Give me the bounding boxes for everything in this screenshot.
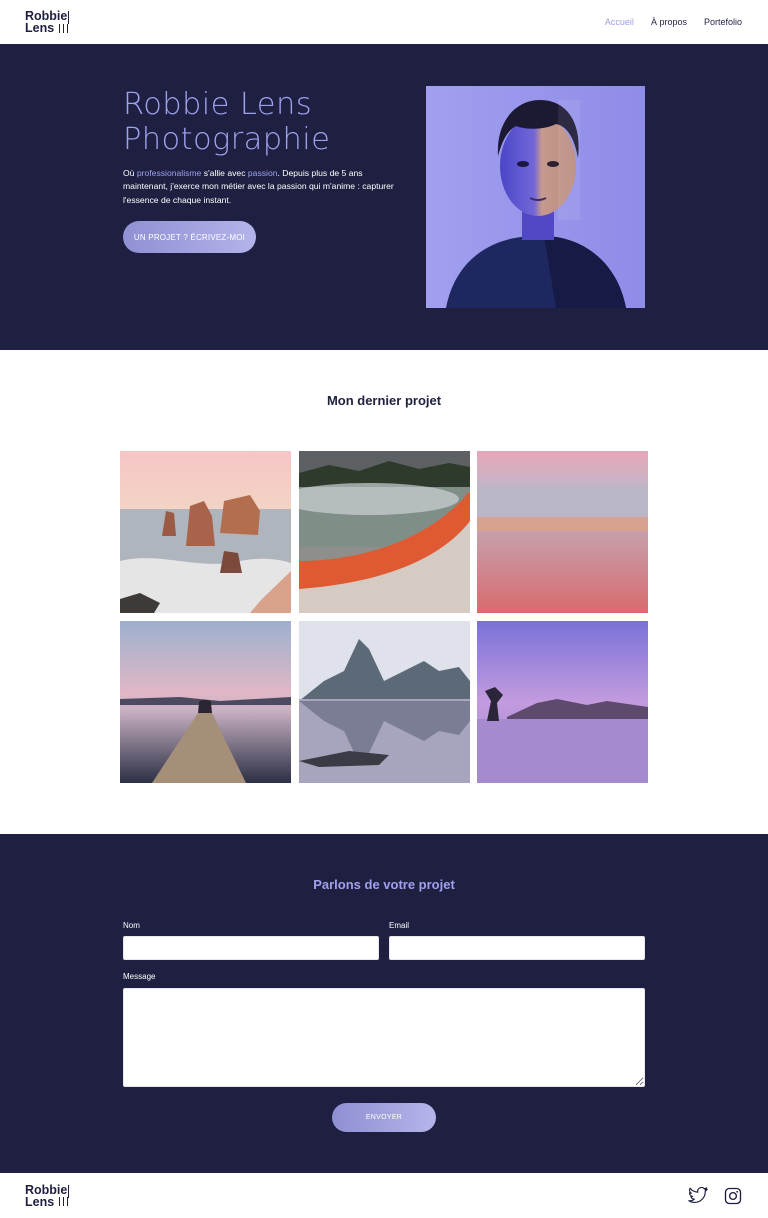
name-label: Nom [123,921,140,930]
logo-bar-icon [68,1184,69,1198]
gallery-image-hot-spring[interactable] [298,451,470,613]
nav-item-portefolio[interactable]: Portefolio [704,17,742,27]
logo[interactable]: Robbie Lens [25,10,69,35]
email-input[interactable] [389,936,645,960]
social-links [688,1187,742,1205]
nav-item-accueil[interactable]: Accueil [605,17,634,27]
name-input[interactable] [123,936,379,960]
project-section-title: Mon dernier projet [326,393,442,408]
message-textarea[interactable] [123,988,645,1087]
contact-section-title: Parlons de votre projet [313,877,455,892]
gallery-image-coastal-rocks[interactable] [120,451,291,613]
contact-cta-button[interactable]: UN PROJET ? ÉCRIVEZ-MOI [123,221,256,253]
hero-intro: Où professionalisme s'allie avec passion… [123,167,403,207]
project-gallery [120,451,648,783]
gallery-image-pier[interactable] [120,621,291,783]
footer-logo-line-1: Robbie [25,1182,68,1197]
hero-highlight-professionalisme: professionalisme [136,168,202,178]
logo-bars-icon [59,23,69,33]
contact-section: Parlons de votre projet Nom Email Messag… [0,834,768,1173]
message-label: Message [123,972,156,981]
footer-logo-line-2: Lens [25,1194,55,1209]
hero-section: Robbie Lens Photographie Où professional… [0,44,768,350]
logo-bars-icon [59,1197,69,1206]
hero-text-mid: s'allie avec [201,168,248,178]
hero-text-pre: Où [123,168,137,178]
hero-highlight-passion: passion [247,168,278,178]
instagram-icon[interactable] [724,1187,742,1205]
email-label: Email [389,921,410,930]
logo-line-2: Lens [25,21,55,35]
footer-logo[interactable]: Robbie Lens [25,1182,69,1209]
twitter-icon[interactable] [688,1187,708,1204]
main-nav: Accueil À propos Portefolio [605,17,742,27]
gallery-image-pink-beach[interactable] [477,451,648,613]
portrait-photo [426,86,645,308]
site-footer: Robbie Lens [0,1173,768,1218]
gallery-image-purple-lake[interactable] [477,621,648,783]
hero-title: Robbie Lens Photographie [123,87,331,157]
nav-item-a-propos[interactable]: À propos [651,17,687,27]
gallery-image-mountain-lake[interactable] [298,621,470,783]
logo-bar-icon [68,11,69,24]
send-button[interactable]: ENVOYER [332,1103,436,1132]
site-header: Robbie Lens Accueil À propos Portefolio [0,0,768,44]
